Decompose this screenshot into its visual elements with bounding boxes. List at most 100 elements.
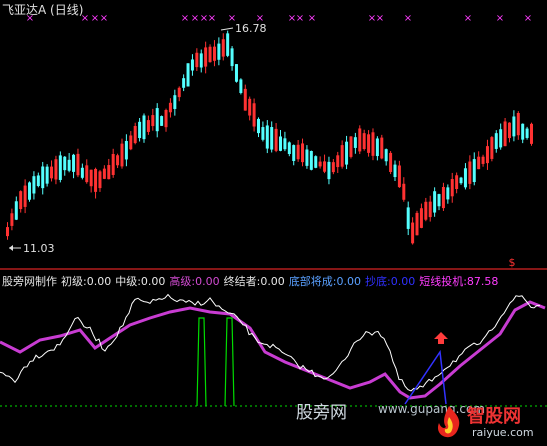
candle — [138, 117, 142, 142]
indicator-value-6: 抄底:0.00 — [365, 275, 416, 288]
candle-body — [199, 53, 203, 68]
top-marker: × — [100, 13, 108, 24]
watermark-site-cn: 股旁网 — [296, 403, 347, 423]
candle-body — [362, 133, 366, 150]
candle-body — [292, 145, 296, 161]
candle — [437, 193, 441, 211]
candle-body — [331, 162, 335, 173]
candle — [270, 121, 274, 153]
candle — [349, 136, 353, 159]
candle-body — [507, 122, 511, 139]
candle-body — [160, 116, 164, 126]
candle — [186, 63, 190, 87]
candle-body — [58, 155, 62, 180]
candle-body — [301, 143, 305, 163]
candle-body — [371, 132, 375, 156]
candle — [261, 121, 265, 142]
candle — [411, 217, 415, 245]
candle — [243, 84, 247, 111]
candle — [292, 144, 296, 166]
flame-logo-icon — [437, 406, 460, 438]
candle — [212, 40, 216, 67]
candle — [199, 49, 203, 73]
candle-body — [63, 156, 67, 171]
candle-body — [516, 113, 520, 136]
candle — [85, 159, 89, 184]
candle-body — [490, 137, 494, 159]
candle — [102, 165, 106, 180]
top-marker: × — [191, 13, 199, 24]
top-marker: × — [181, 13, 189, 24]
candle-body — [309, 151, 313, 170]
candle-body — [270, 127, 274, 150]
top-marker: × — [296, 13, 304, 24]
candle-body — [54, 159, 58, 180]
top-marker: × — [376, 13, 384, 24]
candle — [274, 123, 278, 153]
candle — [116, 153, 120, 169]
candle-body — [327, 161, 331, 180]
candle — [28, 181, 32, 202]
indicator-value-2: 中级:0.00 — [115, 275, 166, 288]
candle — [323, 154, 327, 174]
indicator-value-7: 短线投机:87.58 — [419, 275, 499, 288]
candle-body — [441, 187, 445, 209]
candle — [173, 89, 177, 116]
candle — [362, 129, 366, 151]
candle — [23, 179, 27, 214]
candle-body — [389, 152, 393, 172]
candle — [340, 140, 344, 169]
candle-body — [80, 167, 84, 178]
candle-body — [252, 103, 256, 127]
candle — [230, 46, 234, 71]
candle-body — [415, 212, 419, 236]
candle-body — [525, 128, 529, 138]
candle-body — [177, 87, 181, 98]
candle-body — [340, 145, 344, 167]
candle-body — [102, 168, 106, 179]
candle-body — [208, 46, 212, 63]
candle — [107, 158, 111, 180]
top-marker: × — [464, 13, 472, 24]
candle — [463, 163, 467, 190]
candle-body — [530, 123, 533, 144]
candle — [327, 156, 331, 185]
candle-body — [133, 126, 137, 144]
candle-body — [50, 166, 54, 179]
candle-body — [6, 227, 9, 237]
candle — [512, 110, 516, 142]
candle — [10, 208, 14, 231]
candle-body — [424, 201, 428, 220]
candle — [234, 64, 238, 83]
candle — [367, 130, 371, 157]
candle-body — [107, 165, 111, 180]
candle — [380, 134, 384, 160]
candle-body — [146, 120, 150, 132]
candle — [507, 122, 511, 143]
candle — [389, 151, 393, 175]
high-annotation-leader — [220, 27, 234, 31]
candle-body — [323, 161, 327, 172]
candle-body — [375, 138, 379, 157]
candle — [204, 41, 208, 74]
chart-title: 飞亚达A (日线) — [2, 3, 84, 17]
candle-body — [85, 165, 89, 183]
top-marker: × — [496, 13, 504, 24]
candle-body — [94, 168, 98, 192]
candle — [353, 132, 357, 154]
candle-body — [120, 143, 124, 167]
candle-body — [503, 121, 507, 147]
candle — [58, 151, 62, 183]
candle-body — [336, 155, 340, 168]
candle-body — [485, 146, 489, 164]
candle-body — [358, 128, 362, 152]
candle — [428, 195, 432, 222]
candle-body — [472, 159, 476, 183]
candle-body — [98, 171, 102, 189]
candle — [63, 155, 67, 176]
candle — [530, 122, 533, 146]
candle — [287, 141, 291, 157]
candle-body — [283, 138, 287, 150]
candle — [283, 131, 287, 152]
top-marker: × — [91, 13, 99, 24]
